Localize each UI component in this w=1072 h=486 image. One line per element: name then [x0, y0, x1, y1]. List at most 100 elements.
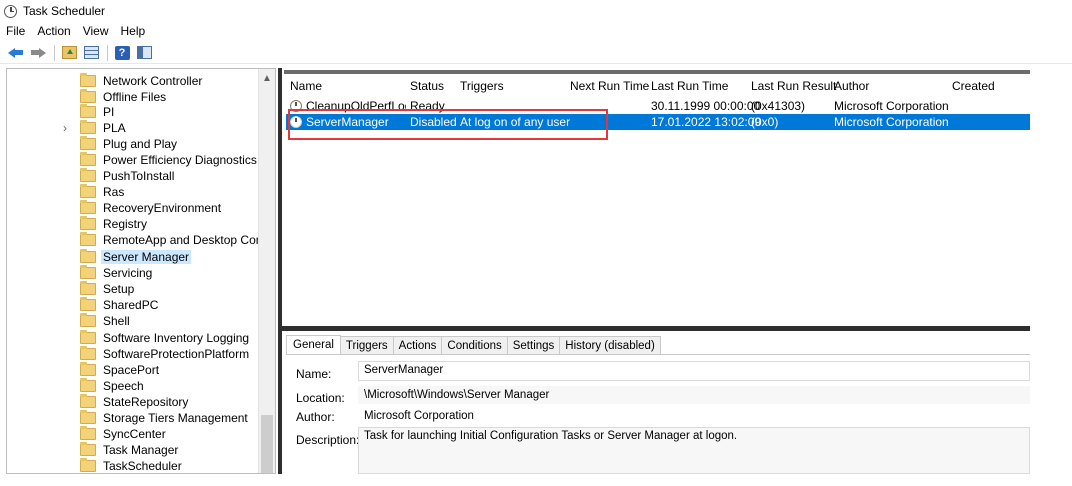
menu-action[interactable]: Action [37, 24, 70, 38]
folder-icon [80, 104, 96, 118]
tree-item[interactable]: Shell [7, 313, 260, 329]
task-author: Microsoft Corporation [834, 99, 949, 113]
menu-file[interactable]: File [6, 24, 25, 38]
tree-item[interactable]: Task Manager [7, 442, 260, 458]
tree-item-label: Server Manager [101, 250, 192, 264]
menu-view[interactable]: View [83, 24, 109, 38]
tab-history[interactable]: History (disabled) [559, 336, 661, 354]
toolbar: ? [0, 42, 1072, 64]
console-tree[interactable]: TaskScheduler Task Manager SyncCenter Stora… [6, 68, 276, 474]
tree-item[interactable]: Storage Tiers Management [7, 410, 260, 426]
name-field[interactable]: ServerManager [358, 361, 1030, 381]
back-arrow-icon [8, 47, 24, 59]
menu-bar: File Action View Help [0, 22, 1072, 40]
tree-item[interactable]: Network Controller [7, 73, 260, 89]
toolbar-separator [107, 44, 108, 61]
task-status: Disabled [410, 115, 457, 129]
author-value: Microsoft Corporation [358, 407, 1030, 425]
folder-icon [80, 136, 96, 150]
task-row[interactable]: CleanupOldPerfLogs Ready 30.11.1999 00:0… [286, 98, 1030, 114]
tree-item-label: Offline Files [103, 90, 167, 104]
tree-item-label: Ras [103, 185, 125, 199]
tree-vertical-scrollbar[interactable]: ▲ [258, 69, 275, 473]
tree-scroll-thumb[interactable] [261, 415, 273, 473]
column-header-status[interactable]: Status [410, 79, 444, 93]
tree-item[interactable]: SharedPC [7, 297, 260, 313]
tab-settings[interactable]: Settings [506, 336, 561, 354]
tree-item-selected[interactable]: Server Manager [7, 249, 260, 265]
tree-item-label: Speech [103, 379, 144, 393]
tree-item[interactable]: Setup [7, 281, 260, 297]
tree-item[interactable]: SoftwareProtectionPlatform [7, 346, 260, 362]
column-header-next-run-time[interactable]: Next Run Time [570, 79, 649, 93]
tree-item-label: RecoveryEnvironment [103, 201, 222, 215]
forward-button[interactable] [28, 44, 48, 62]
back-button[interactable] [6, 44, 26, 62]
location-value: \Microsoft\Windows\Server Manager [358, 386, 1030, 404]
tree-item-label: PI [103, 105, 115, 119]
column-header-name[interactable]: Name [290, 79, 322, 93]
tree-item[interactable]: SyncCenter [7, 426, 260, 442]
tab-conditions[interactable]: Conditions [441, 336, 508, 354]
task-last-run-time: 17.01.2022 13:02:09 [651, 115, 762, 129]
column-header-triggers[interactable]: Triggers [460, 79, 504, 93]
name-label: Name: [296, 367, 332, 381]
menu-help[interactable]: Help [121, 24, 146, 38]
task-name: CleanupOldPerfLogs [306, 99, 406, 113]
folder-icon [80, 394, 96, 408]
tree-item[interactable]: › PLA [7, 120, 260, 136]
tab-general[interactable]: General [286, 335, 341, 354]
tree-item[interactable]: RecoveryEnvironment [7, 200, 260, 216]
tree-item[interactable]: Plug and Play [7, 136, 260, 152]
tree-item[interactable]: PI [7, 104, 260, 120]
show-hide-console-tree-button[interactable] [81, 44, 101, 62]
column-header-last-run-result[interactable]: Last Run Result [751, 79, 836, 93]
folder-icon [80, 281, 96, 295]
folder-icon [80, 442, 96, 456]
tree-item-label: Storage Tiers Management [103, 411, 248, 425]
tab-actions[interactable]: Actions [392, 336, 443, 354]
forward-arrow-icon [30, 47, 46, 59]
tree-item-label: PushToInstall [103, 169, 175, 183]
show-hide-tree-icon [83, 46, 99, 59]
tree-item[interactable]: Power Efficiency Diagnostics [7, 152, 260, 168]
tree-item[interactable]: SpacePort [7, 362, 260, 378]
tree-item[interactable]: Registry [7, 216, 260, 232]
tree-item-label: SpacePort [103, 363, 160, 377]
author-label: Author: [296, 410, 335, 424]
folder-icon [80, 410, 96, 424]
tree-item[interactable]: Speech [7, 378, 260, 394]
tree-item[interactable]: RemoteApp and Desktop Connect [7, 232, 275, 248]
tree-item[interactable]: Offline Files [7, 89, 260, 105]
show-hide-action-pane-button[interactable] [134, 44, 154, 62]
folder-icon [80, 313, 96, 327]
tree-item-label: Servicing [103, 266, 153, 280]
column-header-author[interactable]: Author [834, 79, 869, 93]
up-one-level-button[interactable] [59, 44, 79, 62]
scroll-up-arrow-icon[interactable]: ▲ [262, 73, 272, 84]
tree-item[interactable]: StateRepository [7, 394, 260, 410]
tree-item[interactable]: Servicing [7, 265, 260, 281]
help-button[interactable]: ? [112, 44, 132, 62]
tree-item-label: RemoteApp and Desktop Connect [103, 233, 276, 247]
tree-item[interactable]: Ras [7, 184, 260, 200]
column-header-last-run-time[interactable]: Last Run Time [651, 79, 728, 93]
tree-item[interactable]: PushToInstall [7, 168, 260, 184]
folder-icon [80, 458, 96, 472]
tree-item-label: Shell [103, 314, 130, 328]
column-header-created[interactable]: Created [952, 79, 995, 93]
task-row-selected[interactable]: ServerManager Disabled At log on of any … [286, 114, 1030, 130]
description-field[interactable]: Task for launching Initial Configuration… [358, 427, 1030, 474]
tab-triggers[interactable]: Triggers [339, 336, 394, 354]
folder-icon [80, 184, 96, 198]
tree-item-label: PLA [103, 121, 126, 135]
tree-item[interactable]: TaskScheduler [7, 458, 260, 473]
up-folder-icon [61, 46, 77, 59]
tree-item[interactable]: Software Inventory Logging [7, 330, 260, 346]
help-icon: ? [114, 45, 130, 60]
vertical-pane-splitter[interactable] [278, 68, 282, 474]
expand-chevron-icon[interactable]: › [63, 121, 73, 135]
toolbar-separator [54, 44, 55, 61]
folder-icon [80, 232, 96, 246]
tree-item-label: Setup [103, 282, 135, 296]
